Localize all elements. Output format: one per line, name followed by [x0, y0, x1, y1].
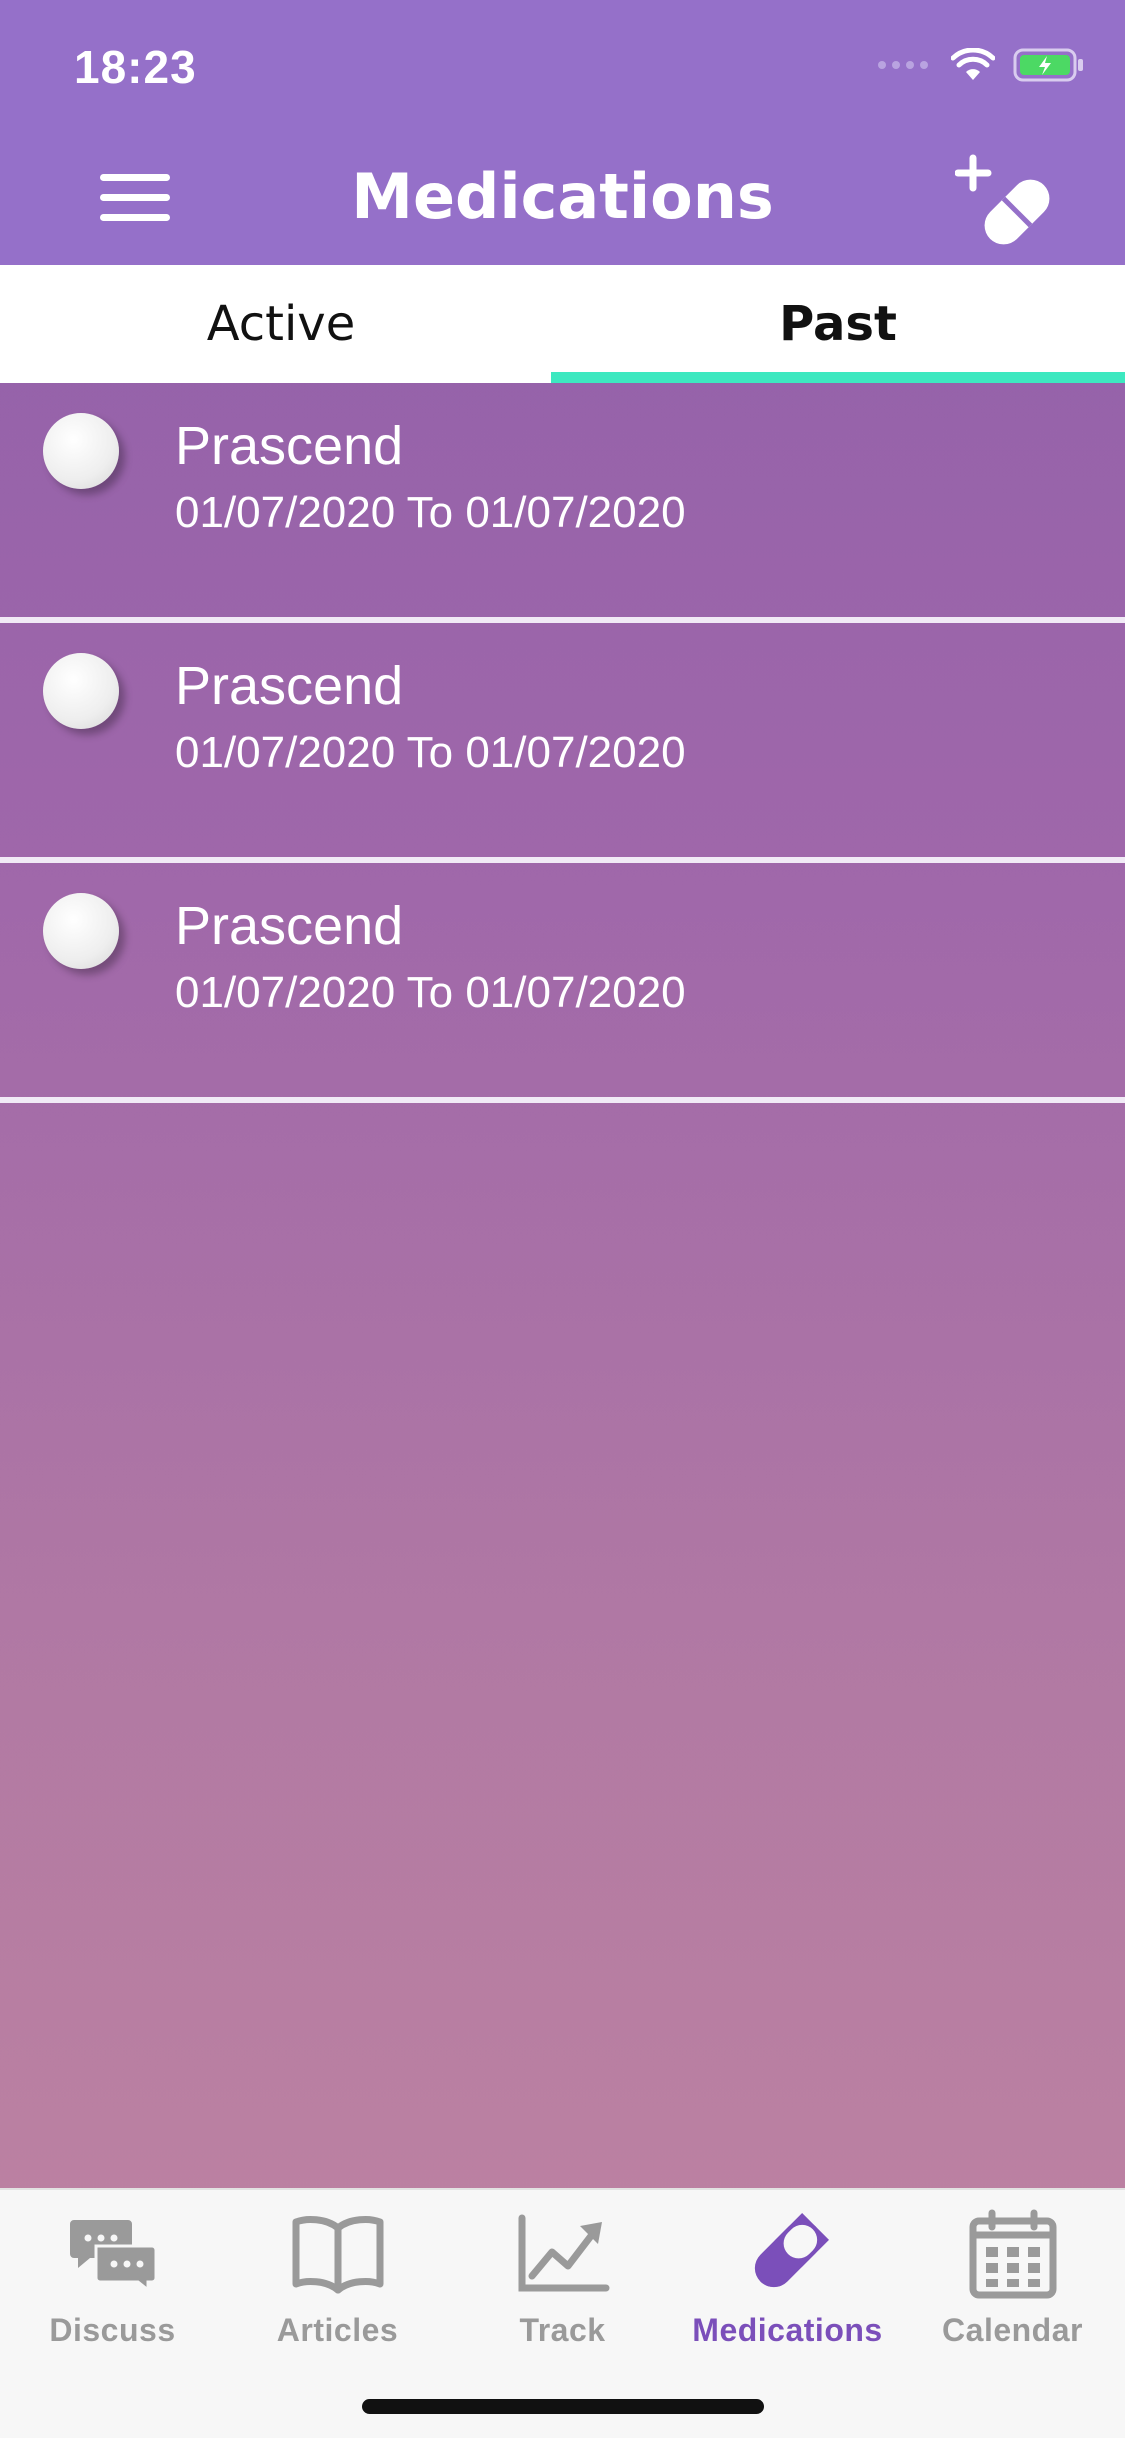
medication-dates: 01/07/2020 To 01/07/2020 — [175, 488, 686, 537]
add-medication-button[interactable] — [954, 150, 1065, 260]
tabbar-medications[interactable]: Medications — [675, 2204, 900, 2349]
tabbar-track[interactable]: Track — [450, 2204, 675, 2349]
list-item[interactable]: Prascend 01/07/2020 To 01/07/2020 — [0, 863, 1125, 1103]
medication-dates: 01/07/2020 To 01/07/2020 — [175, 728, 686, 777]
medication-list: Prascend 01/07/2020 To 01/07/2020 Prasce… — [0, 383, 1125, 1103]
open-book-icon — [292, 2216, 383, 2294]
pill-icon — [754, 2212, 829, 2288]
list-item[interactable]: Prascend 01/07/2020 To 01/07/2020 — [0, 383, 1125, 623]
list-item[interactable]: Prascend 01/07/2020 To 01/07/2020 — [0, 623, 1125, 863]
home-indicator — [362, 2399, 764, 2414]
tab-active[interactable]: Active — [0, 265, 562, 383]
nav-header: Medications — [0, 130, 1125, 265]
status-bar: 18:23 — [0, 0, 1125, 130]
medication-dates: 01/07/2020 To 01/07/2020 — [175, 968, 686, 1017]
tab-selected-indicator — [551, 372, 1125, 383]
status-time: 18:23 — [74, 41, 197, 93]
medication-name: Prascend — [175, 656, 404, 716]
status-icons — [877, 48, 1085, 82]
line-chart-icon — [518, 2214, 609, 2292]
wifi-icon — [951, 48, 995, 80]
select-radio[interactable] — [43, 653, 119, 729]
select-radio[interactable] — [43, 413, 119, 489]
chat-bubbles-icon — [69, 2220, 157, 2292]
tabbar-label: Medications — [692, 2312, 883, 2348]
bottom-tab-bar: Discuss Articles Track Medications Calen… — [0, 2188, 1125, 2438]
tabbar-label: Discuss — [49, 2312, 176, 2348]
tabbar-label: Track — [519, 2312, 606, 2348]
select-radio[interactable] — [43, 893, 119, 969]
tab-past[interactable]: Past — [551, 265, 1125, 383]
tabbar-discuss[interactable]: Discuss — [0, 2204, 225, 2349]
tabbar-calendar[interactable]: Calendar — [900, 2204, 1125, 2349]
tabbar-label: Articles — [276, 2312, 399, 2348]
add-pill-icon — [954, 154, 1050, 245]
tabbar-label: Calendar — [942, 2312, 1083, 2348]
calendar-icon — [969, 2209, 1056, 2299]
segment-tabs: Active Past — [0, 265, 1125, 383]
tabbar-articles[interactable]: Articles — [225, 2204, 450, 2349]
battery-icon — [1013, 48, 1083, 82]
medication-name: Prascend — [175, 896, 404, 956]
medication-name: Prascend — [175, 416, 404, 476]
cellular-signal-icon — [878, 61, 928, 69]
